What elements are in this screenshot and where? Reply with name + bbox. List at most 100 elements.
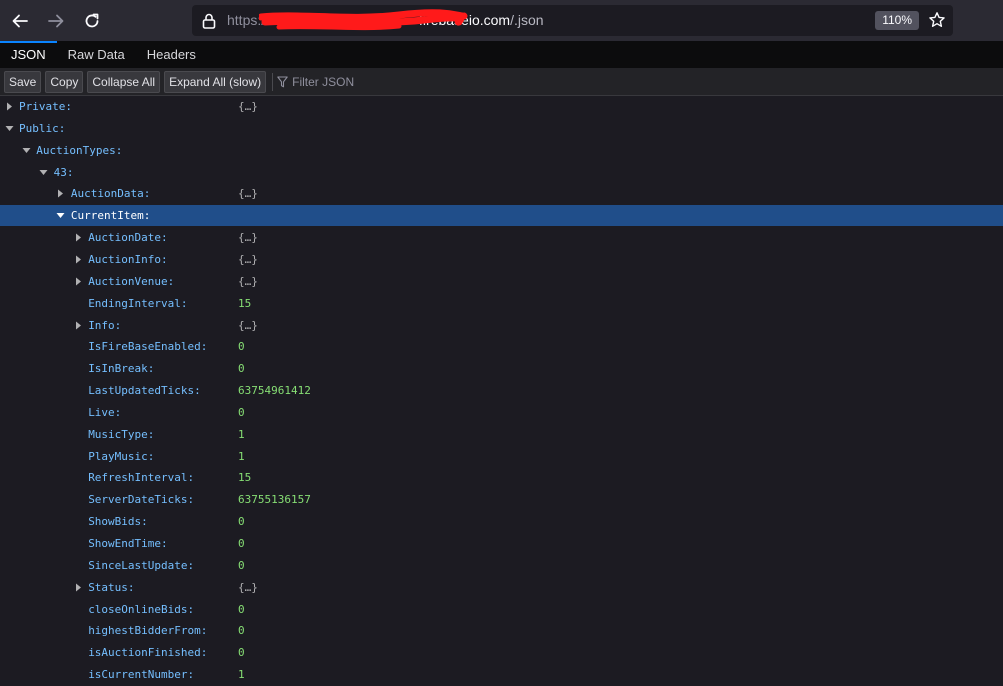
tree-value: 15 bbox=[238, 471, 252, 485]
tree-value: {…} bbox=[238, 252, 258, 266]
tree-value: 0 bbox=[238, 515, 245, 529]
tree-row[interactable]: Private: {…} bbox=[0, 96, 1003, 117]
tree-value: 0 bbox=[238, 537, 245, 550]
tree-value: 0 bbox=[238, 624, 245, 638]
json-tree: Private: {…} Public: AuctionTypes: 43: Auctio… bbox=[0, 96, 1003, 686]
filter-icon bbox=[277, 75, 288, 87]
tree-row[interactable]: IsFireBaseEnabled: 0 bbox=[0, 336, 1003, 357]
twisty-collapsed-icon[interactable] bbox=[73, 249, 83, 270]
tree-row[interactable]: Info: {…} bbox=[0, 315, 1003, 336]
collapse-all-button[interactable]: Collapse All bbox=[87, 70, 161, 93]
twisty-expanded-icon[interactable] bbox=[39, 162, 49, 183]
tree-key: SinceLastUpdate: bbox=[88, 558, 195, 572]
lock-icon[interactable] bbox=[201, 13, 217, 29]
tree-key: isAuctionFinished: bbox=[88, 646, 208, 660]
tree-row[interactable]: AuctionData: {…} bbox=[0, 183, 1003, 204]
tree-key: Private: bbox=[19, 100, 72, 113]
twisty-collapsed-icon[interactable] bbox=[4, 96, 14, 117]
tree-row[interactable]: isCurrentNumber: 1 bbox=[0, 664, 1003, 685]
twisty-collapsed-icon[interactable] bbox=[73, 315, 83, 336]
browser-toolbar: https:// firebaseio.com/.json 110% bbox=[0, 0, 1003, 41]
save-button[interactable]: Save bbox=[4, 70, 42, 93]
forward-button[interactable] bbox=[42, 7, 70, 35]
twisty-collapsed-icon[interactable] bbox=[73, 227, 83, 248]
tree-key: closeOnlineBids: bbox=[88, 602, 195, 616]
copy-button[interactable]: Copy bbox=[45, 70, 84, 93]
filter-placeholder: Filter JSON bbox=[292, 74, 355, 89]
tree-row[interactable]: AuctionDate: {…} bbox=[0, 227, 1003, 248]
tree-row[interactable]: AuctionTypes: bbox=[0, 140, 1003, 161]
url-path: /.json bbox=[510, 12, 544, 29]
tree-row[interactable]: SinceLastUpdate: 0 bbox=[0, 555, 1003, 576]
tree-row[interactable]: ShowBids: 0 bbox=[0, 511, 1003, 532]
viewer-tabs: JSON Raw Data Headers bbox=[0, 41, 1003, 68]
tree-value: 1 bbox=[238, 427, 245, 441]
tree-row[interactable]: MusicType: 1 bbox=[0, 424, 1003, 445]
tree-key: AuctionData: bbox=[70, 187, 151, 201]
tree-key: EndingInterval: bbox=[88, 296, 188, 310]
tab-json[interactable]: JSON bbox=[0, 41, 57, 68]
tree-key: ShowEndTime: bbox=[88, 537, 168, 550]
tree-key: AuctionVenue: bbox=[88, 274, 175, 288]
tree-row[interactable]: PlayMusic: 1 bbox=[0, 446, 1003, 467]
tree-value: {…} bbox=[238, 100, 258, 113]
tree-row[interactable]: Public: bbox=[0, 118, 1003, 139]
tree-key: AuctionTypes: bbox=[36, 143, 123, 157]
tree-value: 63755136157 bbox=[238, 493, 311, 507]
tree-value: 15 bbox=[238, 296, 252, 310]
tree-row[interactable]: closeOnlineBids: 0 bbox=[0, 599, 1003, 620]
tree-row[interactable]: AuctionVenue: {…} bbox=[0, 271, 1003, 292]
tree-key: ServerDateTicks: bbox=[88, 493, 195, 507]
tree-row[interactable]: Status: {…} bbox=[0, 577, 1003, 598]
tree-row[interactable]: AuctionInfo: {…} bbox=[0, 249, 1003, 270]
tree-key: RefreshInterval: bbox=[88, 471, 195, 485]
twisty-collapsed-icon[interactable] bbox=[56, 183, 66, 204]
twisty-expanded-icon[interactable] bbox=[4, 118, 14, 139]
tree-value: 1 bbox=[238, 449, 245, 463]
tree-row[interactable]: ShowEndTime: 0 bbox=[0, 533, 1003, 554]
tree-row[interactable]: RefreshInterval: 15 bbox=[0, 467, 1003, 488]
tree-key: AuctionInfo: bbox=[88, 252, 168, 266]
tree-row[interactable]: CurrentItem: bbox=[0, 205, 1003, 227]
tree-row[interactable]: IsInBreak: 0 bbox=[0, 358, 1003, 379]
arrow-left-icon bbox=[12, 14, 28, 27]
tree-value: 0 bbox=[238, 362, 245, 376]
zoom-level-button[interactable]: 110% bbox=[875, 11, 919, 30]
url-text[interactable]: https:// firebaseio.com/.json bbox=[227, 8, 544, 30]
tree-key: LastUpdatedTicks: bbox=[88, 384, 201, 398]
bookmark-star-icon[interactable] bbox=[927, 10, 947, 30]
twisty-collapsed-icon[interactable] bbox=[73, 577, 83, 598]
tree-row[interactable]: EndingInterval: 15 bbox=[0, 293, 1003, 314]
expand-all-button[interactable]: Expand All (slow) bbox=[164, 70, 267, 93]
tree-value: 0 bbox=[238, 558, 245, 572]
tree-row[interactable]: highestBidderFrom: 0 bbox=[0, 620, 1003, 641]
back-button[interactable] bbox=[6, 7, 34, 35]
tree-value: {…} bbox=[238, 318, 258, 332]
tree-key: MusicType: bbox=[88, 427, 155, 441]
tab-headers[interactable]: Headers bbox=[136, 41, 207, 68]
tree-key: AuctionDate: bbox=[88, 231, 168, 245]
filter-json-input[interactable]: Filter JSON bbox=[277, 75, 354, 89]
tree-key: highestBidderFrom: bbox=[88, 624, 208, 638]
tree-key: 43: bbox=[53, 165, 74, 179]
twisty-expanded-icon[interactable] bbox=[21, 140, 31, 161]
tree-row[interactable]: LastUpdatedTicks: 63754961412 bbox=[0, 380, 1003, 401]
arrow-right-icon bbox=[48, 14, 64, 27]
tab-raw-data[interactable]: Raw Data bbox=[57, 41, 136, 68]
tree-key: IsInBreak: bbox=[88, 362, 155, 376]
url-bar[interactable]: https:// firebaseio.com/.json 110% bbox=[192, 5, 953, 36]
twisty-expanded-icon[interactable] bbox=[56, 205, 66, 226]
reload-button[interactable] bbox=[78, 7, 106, 35]
tree-row[interactable]: Live: 0 bbox=[0, 402, 1003, 423]
tree-row[interactable]: isAuctionFinished: 0 bbox=[0, 642, 1003, 663]
tree-value: {…} bbox=[238, 187, 258, 201]
toolbar-divider bbox=[272, 72, 274, 91]
tree-value: 1 bbox=[238, 668, 245, 682]
tree-row[interactable]: 43: bbox=[0, 162, 1003, 183]
twisty-collapsed-icon[interactable] bbox=[73, 271, 83, 292]
tree-row[interactable]: ServerDateTicks: 63755136157 bbox=[0, 489, 1003, 510]
tree-value: {…} bbox=[238, 231, 258, 245]
reload-icon bbox=[85, 13, 99, 27]
redaction-scribble bbox=[259, 8, 468, 30]
tree-value: {…} bbox=[238, 274, 258, 288]
